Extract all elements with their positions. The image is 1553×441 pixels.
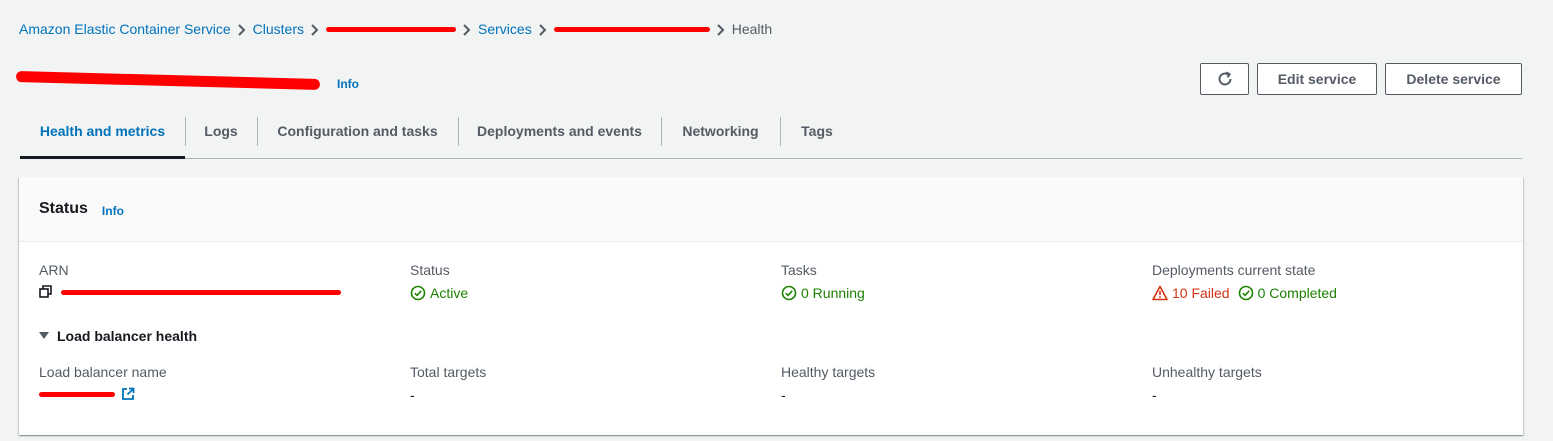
unhealthy-targets-label: Unhealthy targets [1152, 364, 1262, 380]
arn-value [39, 285, 341, 299]
status-panel-title: Status [39, 200, 88, 217]
total-targets-label: Total targets [410, 364, 487, 380]
external-link-icon[interactable] [121, 387, 135, 401]
check-circle-icon [781, 285, 797, 301]
copy-icon[interactable] [39, 285, 53, 299]
refresh-icon [1218, 71, 1231, 86]
chevron-right-icon [231, 21, 253, 37]
deployments-field: Deployments current state 10 Failed 0 Co… [1152, 262, 1337, 301]
breadcrumb: Amazon Elastic Container Service Cluster… [19, 19, 772, 39]
breadcrumb-cluster-redacted[interactable] [326, 26, 457, 32]
page-info-link[interactable]: Info [337, 77, 359, 91]
total-targets-field: Total targets - [410, 364, 486, 403]
tab-tags[interactable]: Tags [780, 104, 854, 158]
unhealthy-targets-field: Unhealthy targets - [1152, 364, 1262, 403]
tab-health-and-metrics[interactable]: Health and metrics [20, 104, 185, 159]
status-value: Active [410, 285, 468, 301]
status-text: Active [430, 285, 469, 301]
page-title-row: Info [15, 64, 359, 96]
healthy-targets-field: Healthy targets - [781, 364, 875, 403]
tasks-text: 0 Running [801, 285, 865, 301]
chevron-right-icon [710, 21, 732, 37]
deployments-label: Deployments current state [1152, 262, 1316, 278]
tab-list: Health and metrics Logs Configuration an… [20, 104, 1522, 159]
total-targets-value: - [410, 387, 415, 403]
chevron-right-icon [456, 21, 478, 37]
arn-label: ARN [39, 262, 69, 278]
header-actions: Edit service Delete service [1200, 63, 1522, 95]
status-label: Status [410, 262, 450, 278]
load-balancer-health-toggle[interactable]: Load balancer health [39, 328, 197, 344]
tab-networking[interactable]: Networking [661, 104, 780, 158]
status-panel: Status Info ARN Status Active Tasks 0 Ru… [19, 177, 1523, 435]
chevron-right-icon [532, 21, 554, 37]
tab-configuration-and-tasks[interactable]: Configuration and tasks [257, 104, 458, 158]
check-circle-icon [1238, 285, 1253, 301]
arn-redacted [61, 289, 341, 295]
caret-down-icon [39, 332, 49, 339]
breadcrumb-ecs-link[interactable]: Amazon Elastic Container Service [19, 21, 231, 37]
warning-icon [1152, 285, 1168, 301]
deployments-value: 10 Failed 0 Completed [1152, 285, 1337, 301]
load-balancer-name-value [39, 387, 167, 401]
breadcrumb-services-link[interactable]: Services [478, 21, 532, 37]
tab-logs[interactable]: Logs [185, 104, 257, 158]
refresh-button[interactable] [1200, 63, 1249, 95]
status-field: Status Active [410, 262, 468, 301]
load-balancer-name-label: Load balancer name [39, 364, 167, 380]
delete-service-button[interactable]: Delete service [1385, 63, 1522, 95]
check-circle-icon [410, 285, 426, 301]
deployments-failed: 10 Failed [1172, 285, 1230, 301]
tasks-value: 0 Running [781, 285, 865, 301]
status-info-link[interactable]: Info [102, 204, 124, 218]
chevron-right-icon [304, 21, 326, 37]
deployments-completed: 0 Completed [1257, 285, 1337, 301]
tab-deployments-and-events[interactable]: Deployments and events [458, 104, 661, 158]
load-balancer-name-redacted[interactable] [39, 391, 115, 397]
unhealthy-targets-value: - [1152, 387, 1157, 403]
healthy-targets-value: - [781, 387, 786, 403]
edit-service-button[interactable]: Edit service [1257, 63, 1377, 95]
status-panel-header: Status Info [19, 177, 1523, 242]
healthy-targets-label: Healthy targets [781, 364, 876, 380]
tasks-label: Tasks [781, 262, 817, 278]
arn-field: ARN [39, 262, 341, 299]
load-balancer-health-label: Load balancer health [57, 328, 198, 344]
breadcrumb-clusters-link[interactable]: Clusters [253, 21, 304, 37]
breadcrumb-current: Health [731, 21, 773, 37]
load-balancer-name-field: Load balancer name [39, 364, 167, 401]
breadcrumb-service-redacted[interactable] [553, 26, 710, 32]
page-title-redacted [15, 70, 321, 90]
tasks-field: Tasks 0 Running [781, 262, 865, 301]
